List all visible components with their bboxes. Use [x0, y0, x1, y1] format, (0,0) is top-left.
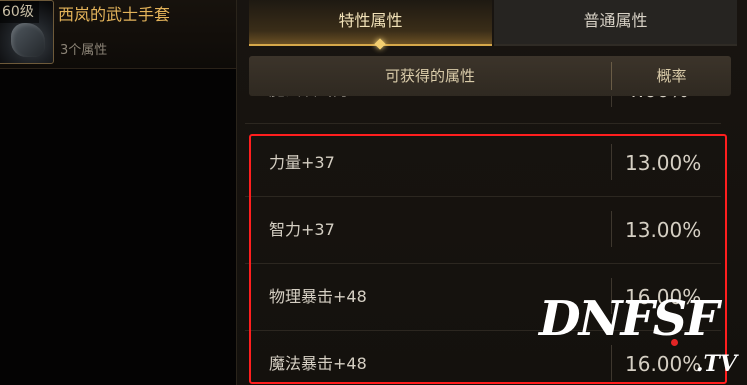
tab-normal-attributes[interactable]: 普通属性	[494, 0, 737, 46]
row-divider	[611, 211, 612, 247]
item-name: 西岚的武士手套	[58, 5, 171, 24]
watermark-text: DNFSF	[539, 291, 719, 347]
attribute-name: 力量+37	[269, 153, 335, 172]
attribute-rate: 4.00%	[625, 96, 689, 123]
tab-special-attributes[interactable]: 特性属性	[249, 0, 492, 46]
tab-bar: 特性属性 普通属性	[249, 0, 739, 50]
column-header-attribute: 可获得的属性	[384, 67, 475, 85]
row-divider	[611, 96, 612, 107]
attribute-name: 智力+37	[269, 220, 335, 239]
tab-label: 特性属性	[338, 11, 403, 30]
attribute-name: 物理暴击+48	[269, 287, 367, 306]
table-row: 力量+37 13.00%	[245, 130, 721, 197]
attribute-rate: 13.00%	[625, 151, 702, 175]
watermark-dot	[671, 339, 678, 346]
attribute-name: 魔法攻击力+15	[269, 96, 383, 123]
item-panel: 60级 西岚的武士手套 3个属性	[0, 0, 236, 385]
row-divider	[611, 144, 612, 180]
glove-icon: 60级	[0, 0, 54, 64]
table-row: 智力+37 13.00%	[245, 197, 721, 264]
watermark-suffix: .TV	[695, 351, 737, 377]
attribute-name: 魔法暴击+48	[269, 354, 367, 373]
item-card[interactable]: 60级 西岚的武士手套 3个属性	[0, 0, 236, 69]
tab-label: 普通属性	[583, 11, 648, 30]
table-row: 魔法攻击力+15 4.00%	[245, 96, 721, 124]
glove-shape	[11, 23, 45, 57]
watermark-logo: DNFSF .TV	[539, 283, 739, 379]
item-level: 60级	[0, 1, 39, 23]
column-header-rate: 概率	[656, 67, 687, 85]
table-header: 可获得的属性 概率	[249, 56, 731, 96]
item-attr-count: 3个属性	[60, 43, 108, 58]
attribute-rate: 13.00%	[625, 218, 702, 242]
